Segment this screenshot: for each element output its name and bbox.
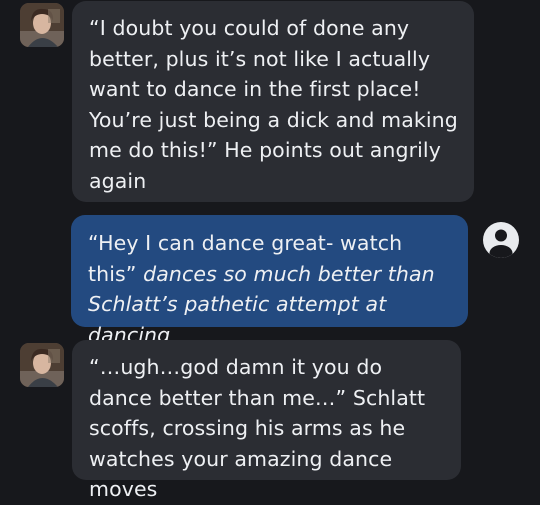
character-message-text: “…ugh…god damn it you do dance better th… <box>89 355 426 501</box>
user-profile-icon[interactable] <box>482 221 520 259</box>
user-message-bubble: “Hey I can dance great- watch this” danc… <box>71 215 468 347</box>
character-avatar[interactable] <box>20 343 64 387</box>
character-message-text: “I doubt you could of done any better, p… <box>89 16 458 193</box>
user-profile-icon-graphic <box>483 222 519 258</box>
character-avatar-image <box>20 3 64 47</box>
user-message-text: “Hey I can dance great- watch this” danc… <box>88 228 456 350</box>
character-avatar[interactable] <box>20 3 64 47</box>
character-message-bubble: “…ugh…god damn it you do dance better th… <box>72 340 461 501</box>
user-action-text: dances so much better than Schlatt’s pat… <box>88 261 435 347</box>
character-avatar-image <box>20 343 64 387</box>
character-message-bubble: “I doubt you could of done any better, p… <box>72 1 474 202</box>
